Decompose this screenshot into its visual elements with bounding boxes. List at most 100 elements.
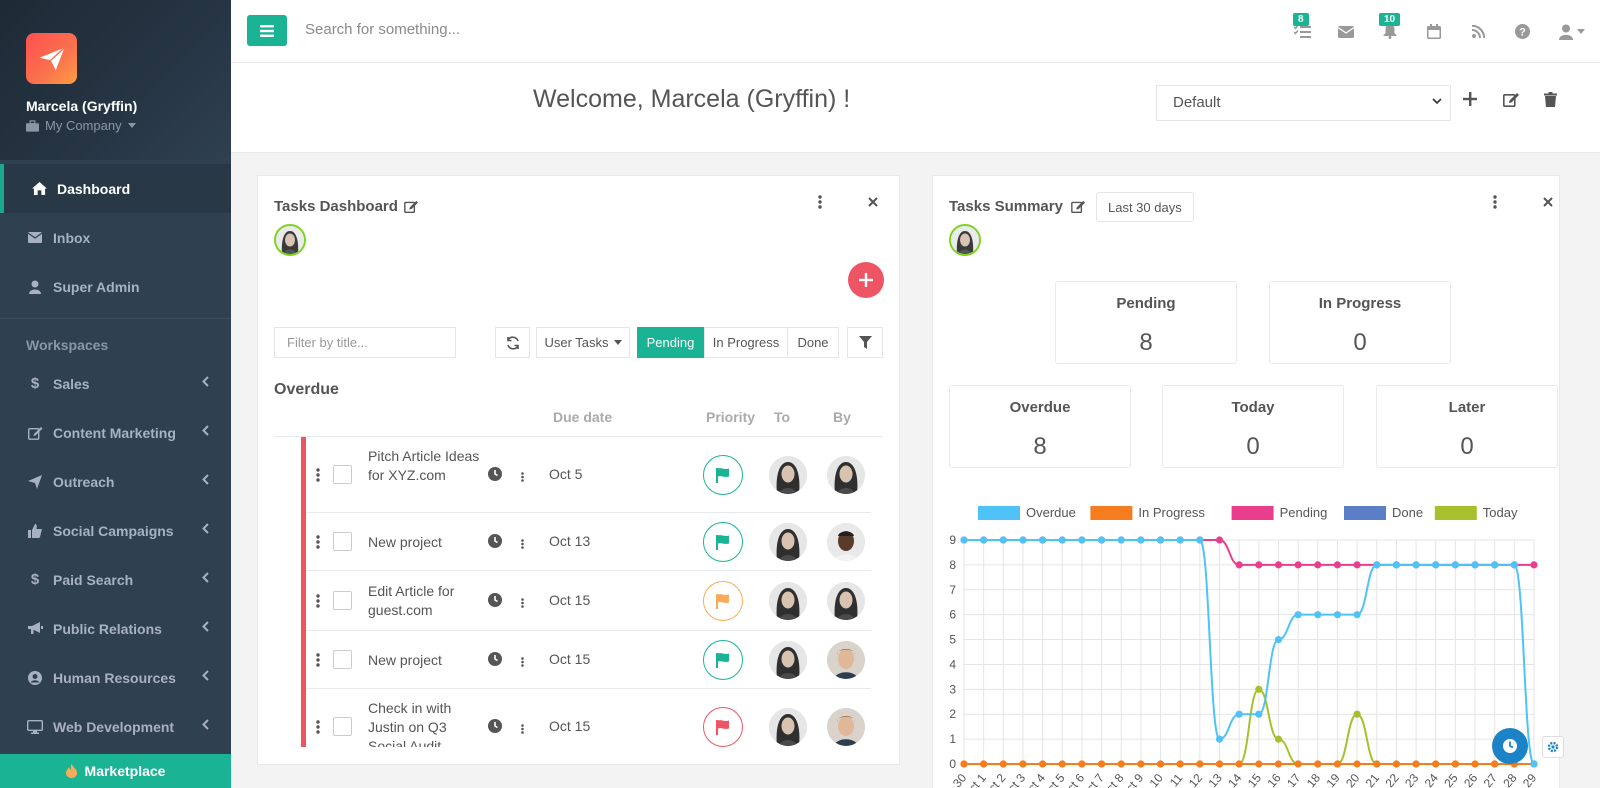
row-menu-icon[interactable] bbox=[521, 536, 524, 552]
table-row[interactable]: Pitch Article Ideas for XYZ.com Oct 5 bbox=[306, 437, 871, 513]
dashboard-select[interactable]: Default bbox=[1156, 85, 1451, 121]
creator-avatar[interactable] bbox=[827, 582, 865, 620]
search-input[interactable] bbox=[305, 21, 705, 38]
priority-flag-icon[interactable] bbox=[703, 640, 743, 680]
date-range-button[interactable]: Last 30 days bbox=[1096, 192, 1194, 222]
priority-flag-icon[interactable] bbox=[703, 581, 743, 621]
priority-flag-icon[interactable] bbox=[703, 522, 743, 562]
row-menu-icon[interactable] bbox=[521, 469, 524, 485]
priority-flag-icon[interactable] bbox=[703, 707, 743, 747]
assignee-avatar[interactable] bbox=[769, 641, 807, 679]
clock-icon[interactable] bbox=[488, 593, 502, 610]
tab-pending[interactable]: Pending bbox=[637, 327, 704, 358]
clock-icon[interactable] bbox=[488, 534, 502, 551]
x-tick-label: 12 bbox=[1186, 771, 1206, 788]
plus-icon bbox=[859, 273, 873, 287]
nav-super-admin[interactable]: Super Admin bbox=[0, 262, 231, 311]
envelope-icon bbox=[26, 232, 44, 243]
clock-icon[interactable] bbox=[488, 467, 502, 484]
help-button[interactable]: ? bbox=[1500, 0, 1544, 63]
vertical-dots-icon[interactable] bbox=[1493, 195, 1497, 209]
task-title[interactable]: Edit Article for guest.com bbox=[368, 582, 488, 620]
trash-icon[interactable] bbox=[1544, 92, 1557, 107]
tasks-button[interactable]: 8 bbox=[1280, 0, 1324, 63]
nav-inbox[interactable]: Inbox bbox=[0, 213, 231, 262]
edit-icon[interactable] bbox=[1503, 92, 1520, 107]
task-checkbox[interactable] bbox=[333, 717, 352, 736]
data-point bbox=[1471, 561, 1479, 569]
menu-toggle-button[interactable] bbox=[247, 15, 287, 46]
user-tasks-dropdown[interactable]: User Tasks bbox=[536, 327, 630, 358]
filter-button[interactable] bbox=[847, 327, 883, 358]
task-title[interactable]: Check in with Justin on Q3 Social Audit bbox=[368, 699, 488, 748]
nav-label: Human Resources bbox=[53, 669, 176, 686]
company-dropdown[interactable]: My Company bbox=[26, 118, 205, 133]
row-menu-icon[interactable] bbox=[521, 654, 524, 670]
assignee-avatar[interactable] bbox=[769, 456, 807, 494]
stat-today[interactable]: Today 0 bbox=[1162, 385, 1344, 468]
task-title[interactable]: New project bbox=[368, 651, 488, 670]
drag-handle-icon[interactable] bbox=[316, 535, 320, 552]
row-menu-icon[interactable] bbox=[521, 595, 524, 611]
assignee-avatar[interactable] bbox=[769, 523, 807, 561]
task-checkbox[interactable] bbox=[333, 591, 352, 610]
table-row[interactable]: Check in with Justin on Q3 Social Audit O… bbox=[306, 689, 871, 747]
tab-done[interactable]: Done bbox=[787, 327, 839, 358]
creator-avatar[interactable] bbox=[827, 641, 865, 679]
refresh-button[interactable] bbox=[495, 327, 530, 358]
nav-paid-search[interactable]: $ Paid Search bbox=[0, 555, 231, 604]
calendar-button[interactable] bbox=[1412, 0, 1456, 63]
user-menu-button[interactable] bbox=[1544, 0, 1600, 63]
assignee-avatar[interactable] bbox=[769, 708, 807, 746]
clock-icon[interactable] bbox=[488, 652, 502, 669]
creator-avatar[interactable] bbox=[827, 708, 865, 746]
row-menu-icon[interactable] bbox=[521, 721, 524, 737]
stat-later[interactable]: Later 0 bbox=[1376, 385, 1558, 468]
timer-button[interactable] bbox=[1492, 728, 1528, 764]
edit-title-icon[interactable] bbox=[1071, 200, 1086, 213]
priority-flag-icon[interactable] bbox=[703, 455, 743, 495]
nav-dashboard[interactable]: Dashboard bbox=[0, 164, 231, 213]
table-row[interactable]: New project Oct 13 bbox=[306, 513, 871, 571]
gear-icon bbox=[1547, 741, 1559, 753]
drag-handle-icon[interactable] bbox=[316, 594, 320, 611]
marketplace-button[interactable]: Marketplace bbox=[0, 754, 231, 788]
nav-social-campaigns[interactable]: Social Campaigns bbox=[0, 506, 231, 555]
plus-icon[interactable] bbox=[1463, 92, 1477, 106]
table-row[interactable]: New project Oct 15 bbox=[306, 631, 871, 689]
messages-button[interactable] bbox=[1324, 0, 1368, 63]
nav-public-relations[interactable]: Public Relations bbox=[0, 604, 231, 653]
nav-content-marketing[interactable]: Content Marketing bbox=[0, 408, 231, 457]
task-checkbox[interactable] bbox=[333, 465, 352, 484]
rss-button[interactable] bbox=[1456, 0, 1500, 63]
close-icon[interactable] bbox=[868, 197, 878, 207]
table-row[interactable]: Edit Article for guest.com Oct 15 bbox=[306, 571, 871, 631]
vertical-dots-icon[interactable] bbox=[818, 195, 822, 209]
stat-pending[interactable]: Pending 8 bbox=[1055, 281, 1237, 364]
stat-overdue[interactable]: Overdue 8 bbox=[949, 385, 1131, 468]
task-checkbox[interactable] bbox=[333, 532, 352, 551]
clock-icon[interactable] bbox=[488, 719, 502, 736]
filter-title-input[interactable] bbox=[274, 327, 456, 358]
data-point bbox=[999, 760, 1007, 768]
nav-human-resources[interactable]: Human Resources bbox=[0, 653, 231, 702]
edit-title-icon[interactable] bbox=[404, 200, 419, 213]
task-title[interactable]: Pitch Article Ideas for XYZ.com bbox=[368, 447, 488, 485]
task-checkbox[interactable] bbox=[333, 650, 352, 669]
drag-handle-icon[interactable] bbox=[316, 468, 320, 485]
assignee-avatar[interactable] bbox=[769, 582, 807, 620]
task-title[interactable]: New project bbox=[368, 533, 488, 552]
notifications-button[interactable]: 10 bbox=[1368, 0, 1412, 63]
nav-sales[interactable]: $ Sales bbox=[0, 359, 231, 408]
drag-handle-icon[interactable] bbox=[316, 720, 320, 737]
add-task-button[interactable] bbox=[848, 262, 884, 298]
close-icon[interactable] bbox=[1543, 197, 1553, 207]
settings-button[interactable] bbox=[1542, 736, 1564, 758]
creator-avatar[interactable] bbox=[827, 523, 865, 561]
nav-outreach[interactable]: Outreach bbox=[0, 457, 231, 506]
drag-handle-icon[interactable] bbox=[316, 653, 320, 670]
stat-in-progress[interactable]: In Progress 0 bbox=[1269, 281, 1451, 364]
nav-web-development[interactable]: Web Development bbox=[0, 702, 231, 751]
tab-in-progress[interactable]: In Progress bbox=[704, 327, 788, 358]
creator-avatar[interactable] bbox=[827, 456, 865, 494]
